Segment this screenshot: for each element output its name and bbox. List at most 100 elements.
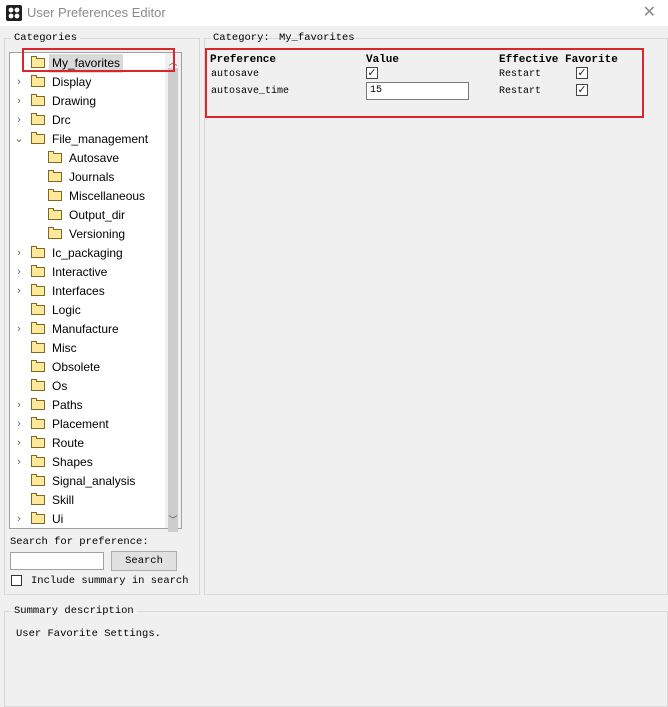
- folder-icon: [48, 227, 62, 239]
- folder-icon: [31, 322, 45, 334]
- tree-item-label: Os: [52, 379, 68, 393]
- folder-icon: [31, 417, 45, 429]
- favorites-highlight-box: [22, 48, 175, 72]
- tree-item-label: Route: [52, 436, 85, 450]
- tree-item-label: Output_dir: [69, 208, 126, 222]
- tree-item[interactable]: › Drawing: [10, 92, 168, 111]
- chevron-right-icon[interactable]: ›: [14, 282, 24, 301]
- search-button[interactable]: Search: [111, 551, 177, 571]
- summary-group: Summary description: [4, 605, 668, 707]
- tree-item[interactable]: Miscellaneous: [10, 187, 168, 206]
- folder-icon: [48, 151, 62, 163]
- tree-item[interactable]: ⌄ File_management: [10, 130, 168, 149]
- chevron-right-icon[interactable]: ›: [14, 453, 24, 472]
- folder-icon: [31, 398, 45, 410]
- tree-item-label: Drawing: [52, 94, 97, 108]
- tree-item-label: Signal_analysis: [52, 474, 136, 488]
- tree-item[interactable]: › Ui: [10, 510, 168, 528]
- scroll-down-icon[interactable]: ﹀: [165, 513, 181, 526]
- chevron-down-icon[interactable]: ⌄: [14, 130, 24, 149]
- tree-item[interactable]: › Interactive: [10, 263, 168, 282]
- chevron-right-icon[interactable]: ›: [14, 263, 24, 282]
- folder-icon: [48, 189, 62, 201]
- tree-item[interactable]: Autosave: [10, 149, 168, 168]
- tree-item[interactable]: Versioning: [10, 225, 168, 244]
- chevron-right-icon[interactable]: ›: [14, 73, 24, 92]
- chevron-right-icon[interactable]: ›: [14, 320, 24, 339]
- tree-item-label: Autosave: [69, 151, 120, 165]
- tree-item[interactable]: Output_dir: [10, 206, 168, 225]
- tree-item[interactable]: › Manufacture: [10, 320, 168, 339]
- tree-item-label: Misc: [52, 341, 77, 355]
- folder-icon: [31, 436, 45, 448]
- folder-icon: [31, 132, 45, 144]
- category-tree[interactable]: My_favorites › Display › Drawing › Drc ⌄ File_ma…: [9, 52, 182, 529]
- tree-item[interactable]: Misc: [10, 339, 168, 358]
- chevron-right-icon[interactable]: ›: [14, 396, 24, 415]
- chevron-right-icon[interactable]: ›: [14, 111, 24, 130]
- folder-icon: [31, 341, 45, 353]
- chevron-right-icon[interactable]: ›: [14, 92, 24, 111]
- folder-icon: [31, 265, 45, 277]
- tree-item[interactable]: › Paths: [10, 396, 168, 415]
- summary-group-label: Summary description: [14, 605, 134, 617]
- tree-item-label: Placement: [52, 417, 109, 431]
- search-label: Search for preference:: [10, 536, 149, 548]
- folder-icon: [31, 246, 45, 258]
- tree-item[interactable]: Logic: [10, 301, 168, 320]
- tree-item[interactable]: Os: [10, 377, 168, 396]
- tree-item-label: Skill: [52, 493, 75, 507]
- tree-item-label: Ic_packaging: [52, 246, 123, 260]
- scrollbar-thumb[interactable]: [168, 68, 178, 532]
- tree-item-label: Journals: [69, 170, 115, 184]
- folder-icon: [31, 379, 45, 391]
- category-label: Category:: [213, 32, 270, 44]
- tree-item-label: Display: [52, 75, 92, 89]
- folder-icon: [48, 208, 62, 220]
- tree-item-label: Interactive: [52, 265, 108, 279]
- tree-item-label: Paths: [52, 398, 83, 412]
- folder-icon: [31, 94, 45, 106]
- window-title: User Preferences Editor: [27, 5, 166, 20]
- tree-item[interactable]: Journals: [10, 168, 168, 187]
- tree-item[interactable]: Obsolete: [10, 358, 168, 377]
- preferences-highlight-box: [205, 48, 644, 118]
- tree-scrollbar[interactable]: ︿ ﹀: [165, 53, 181, 532]
- tree-item-label: Versioning: [69, 227, 126, 241]
- tree-item-label: Shapes: [52, 455, 93, 469]
- tree-item[interactable]: › Display: [10, 73, 168, 92]
- tree-item[interactable]: Skill: [10, 491, 168, 510]
- folder-icon: [31, 474, 45, 486]
- folder-icon: [31, 284, 45, 296]
- category-value: My_favorites: [279, 32, 355, 44]
- tree-item[interactable]: › Route: [10, 434, 168, 453]
- include-summary-checkbox[interactable]: [11, 575, 22, 586]
- tree-item[interactable]: › Ic_packaging: [10, 244, 168, 263]
- chevron-right-icon[interactable]: ›: [14, 434, 24, 453]
- include-summary-label: Include summary in search: [31, 575, 189, 587]
- chevron-right-icon[interactable]: ›: [14, 510, 24, 528]
- folder-icon: [31, 512, 45, 524]
- folder-icon: [31, 493, 45, 505]
- app-icon: [6, 5, 22, 21]
- categories-group-label: Categories: [14, 32, 78, 44]
- summary-text: User Favorite Settings.: [16, 628, 161, 640]
- chevron-right-icon[interactable]: ›: [14, 415, 24, 434]
- tree-item-label: Obsolete: [52, 360, 101, 374]
- search-input[interactable]: [10, 552, 104, 570]
- tree-item[interactable]: › Placement: [10, 415, 168, 434]
- tree-item-label: Drc: [52, 113, 71, 127]
- chevron-right-icon[interactable]: ›: [14, 244, 24, 263]
- folder-icon: [31, 75, 45, 87]
- tree-item[interactable]: › Interfaces: [10, 282, 168, 301]
- tree-item-label: Miscellaneous: [69, 189, 146, 203]
- tree-item[interactable]: › Shapes: [10, 453, 168, 472]
- tree-item[interactable]: Signal_analysis: [10, 472, 168, 491]
- tree-item[interactable]: › Drc: [10, 111, 168, 130]
- close-icon[interactable]: ✕: [643, 2, 656, 22]
- folder-icon: [48, 170, 62, 182]
- tree-item-label: Manufacture: [52, 322, 119, 336]
- folder-icon: [31, 455, 45, 467]
- folder-icon: [31, 113, 45, 125]
- tree-item-label: Ui: [52, 512, 64, 526]
